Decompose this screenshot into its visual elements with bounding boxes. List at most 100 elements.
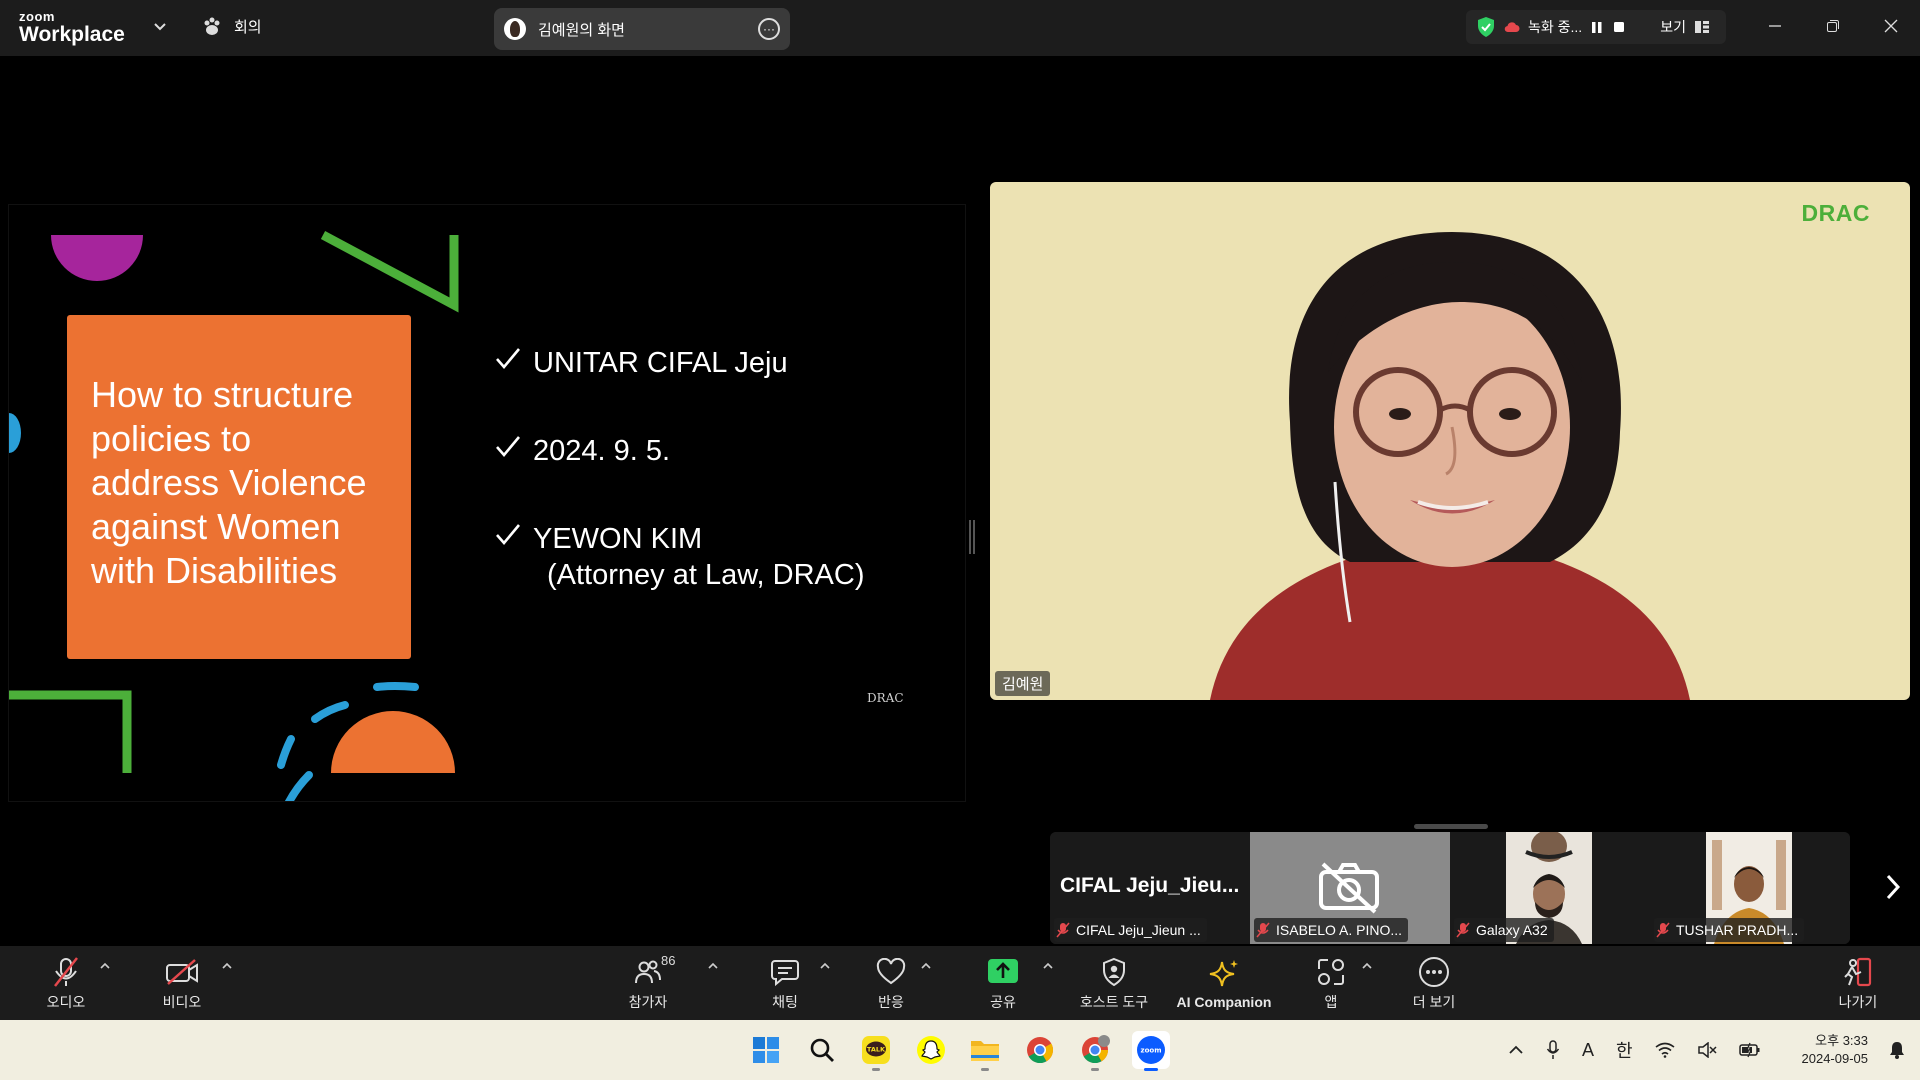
view-label[interactable]: 보기 [1660, 17, 1686, 37]
video-off-icon [166, 958, 198, 985]
host-tools-button[interactable]: 호스트 도구 [1072, 946, 1156, 1020]
speaker-figure [1210, 232, 1690, 700]
apps-label: 앱 [1324, 993, 1338, 1010]
taskbar-zoom-app[interactable]: zoom [1132, 1031, 1170, 1071]
blue-arc-1 [284, 771, 313, 801]
slide-bullet-list: UNITAR CIFAL Jeju 2024. 9. 5. YEWON KIM … [495, 345, 865, 645]
meeting-paw-icon [204, 17, 220, 35]
microphone-icon[interactable] [1546, 1040, 1560, 1060]
participant-name: Galaxy A32 [1476, 922, 1548, 938]
restore-button[interactable] [1804, 0, 1862, 52]
stop-recording-icon[interactable] [1612, 20, 1626, 34]
close-button[interactable] [1862, 0, 1920, 52]
mic-muted-icon [1656, 922, 1670, 938]
ai-companion-button[interactable]: AI Companion [1172, 946, 1276, 1020]
taskbar-file-explorer-app[interactable] [966, 1031, 1004, 1071]
taskbar-clock[interactable]: 오후 3:33 2024-09-05 [1802, 1032, 1869, 1068]
speaker-background-brand: DRAC [1801, 200, 1870, 226]
ai-companion-label: AI Companion [1176, 993, 1272, 1010]
audio-label: 오디오 [46, 993, 86, 1010]
volume-muted-icon[interactable] [1697, 1042, 1717, 1058]
ime-language-indicator[interactable]: 한 [1616, 1037, 1633, 1063]
chrome-icon [1027, 1037, 1054, 1064]
participants-options-caret-icon[interactable] [707, 960, 719, 972]
taskbar-kakaotalk-app[interactable]: TALK [857, 1031, 895, 1071]
thumbnail-strip-handle[interactable] [1414, 824, 1488, 829]
meeting-menu[interactable]: 회의 [202, 16, 262, 37]
view-grid-icon[interactable] [1694, 19, 1710, 35]
apps-options-caret-icon[interactable] [1361, 960, 1373, 972]
reactions-label: 반응 [878, 993, 904, 1010]
chrome-profile-icon [1082, 1035, 1110, 1064]
start-button[interactable] [747, 1031, 785, 1069]
windows-start-icon [753, 1037, 779, 1063]
taskbar-chrome-profile-app[interactable] [1076, 1031, 1114, 1071]
participant-label: Galaxy A32 [1454, 918, 1554, 942]
apps-button[interactable]: 앱 [1306, 946, 1356, 1020]
leave-button[interactable]: 나가기 [1832, 946, 1884, 1020]
presenter-avatar [504, 18, 526, 40]
show-hidden-icons-chevron-icon[interactable] [1508, 1042, 1524, 1058]
meeting-toolbar: 오디오 비디오 86 참가자 채팅 반응 공유 호스트 도구 AI Compan… [0, 946, 1920, 1020]
zoom-workplace-logo[interactable]: zoom Workplace [19, 10, 125, 45]
recording-label: 녹화 중... [1528, 19, 1583, 35]
audio-options-caret-icon[interactable] [99, 960, 111, 972]
svg-text:TALK: TALK [867, 1046, 886, 1054]
more-icon [1419, 956, 1449, 987]
more-label: 더 보기 [1412, 993, 1456, 1010]
participants-count: 86 [661, 952, 676, 968]
chat-button[interactable]: 채팅 [760, 946, 810, 1020]
purple-half-circle [51, 235, 143, 281]
participant-display-name: CIFAL Jeju_Jieu... [1060, 874, 1240, 897]
pause-recording-icon[interactable] [1590, 20, 1604, 34]
security-shield-icon[interactable] [1476, 16, 1496, 38]
bullet-text: 2024. 9. 5. [533, 435, 671, 467]
participant-thumbnail[interactable]: ISABELO A. PINO... [1250, 832, 1450, 944]
taskbar-chrome-app[interactable] [1021, 1031, 1059, 1069]
participant-thumbnail[interactable]: Galaxy A32 [1450, 832, 1650, 944]
reactions-options-caret-icon[interactable] [920, 960, 932, 972]
shared-slide[interactable]: How to structure policies to address Vio… [8, 204, 966, 802]
video-label: 비디오 [162, 993, 202, 1010]
logo-zoom-text: zoom [19, 9, 55, 24]
participant-thumbnail[interactable]: CIFAL Jeju_Jieu... CIFAL Jeju_Jieun ... [1050, 832, 1250, 944]
leave-icon [1844, 957, 1872, 986]
audio-button[interactable]: 오디오 [40, 946, 92, 1020]
more-button[interactable]: 더 보기 [1406, 946, 1462, 1020]
mic-muted-icon [1256, 922, 1270, 938]
notification-bell-icon[interactable] [1888, 1040, 1906, 1060]
folder-icon [971, 1041, 999, 1061]
minimize-button[interactable] [1746, 0, 1804, 52]
mic-muted-icon [1056, 922, 1070, 938]
more-options-icon[interactable]: ··· [758, 18, 780, 40]
slide-title: How to structure policies to address Vio… [91, 374, 367, 591]
panel-resize-handle[interactable] [969, 520, 975, 554]
ime-mode-indicator[interactable]: A [1582, 1040, 1594, 1061]
chevron-down-icon[interactable] [152, 18, 168, 34]
participant-name: CIFAL Jeju_Jieun ... [1076, 922, 1201, 938]
video-button[interactable]: 비디오 [156, 946, 208, 1020]
checkmark-icon [496, 348, 520, 370]
taskbar-snapchat-app[interactable] [912, 1031, 950, 1069]
wifi-icon[interactable] [1655, 1042, 1675, 1058]
battery-charging-icon[interactable] [1738, 1042, 1761, 1058]
video-options-caret-icon[interactable] [221, 960, 233, 972]
chat-options-caret-icon[interactable] [819, 960, 831, 972]
blue-arc-2 [311, 701, 349, 723]
share-options-caret-icon[interactable] [1042, 960, 1054, 972]
snapchat-icon [917, 1036, 945, 1064]
participant-label: TUSHAR PRADH... [1654, 918, 1805, 942]
speaker-video[interactable]: DRAC 김예원 [990, 182, 1910, 700]
share-screen-button[interactable]: 공유 [978, 946, 1028, 1020]
close-icon [1884, 19, 1898, 33]
taskbar-search-button[interactable] [803, 1031, 841, 1069]
recording-status: 녹화 중... 보기 [1466, 10, 1726, 44]
screen-share-indicator[interactable]: 김예원의 화면 ··· [494, 8, 790, 50]
host-shield-icon [1103, 957, 1125, 986]
green-bracket-shape [9, 690, 132, 773]
participants-button[interactable]: 86 참가자 [620, 946, 676, 1020]
mic-muted-icon [54, 956, 78, 987]
reactions-button[interactable]: 반응 [866, 946, 916, 1020]
participant-thumbnail[interactable]: TUSHAR PRADH... [1650, 832, 1850, 944]
chevron-right-icon[interactable] [1884, 872, 1902, 902]
